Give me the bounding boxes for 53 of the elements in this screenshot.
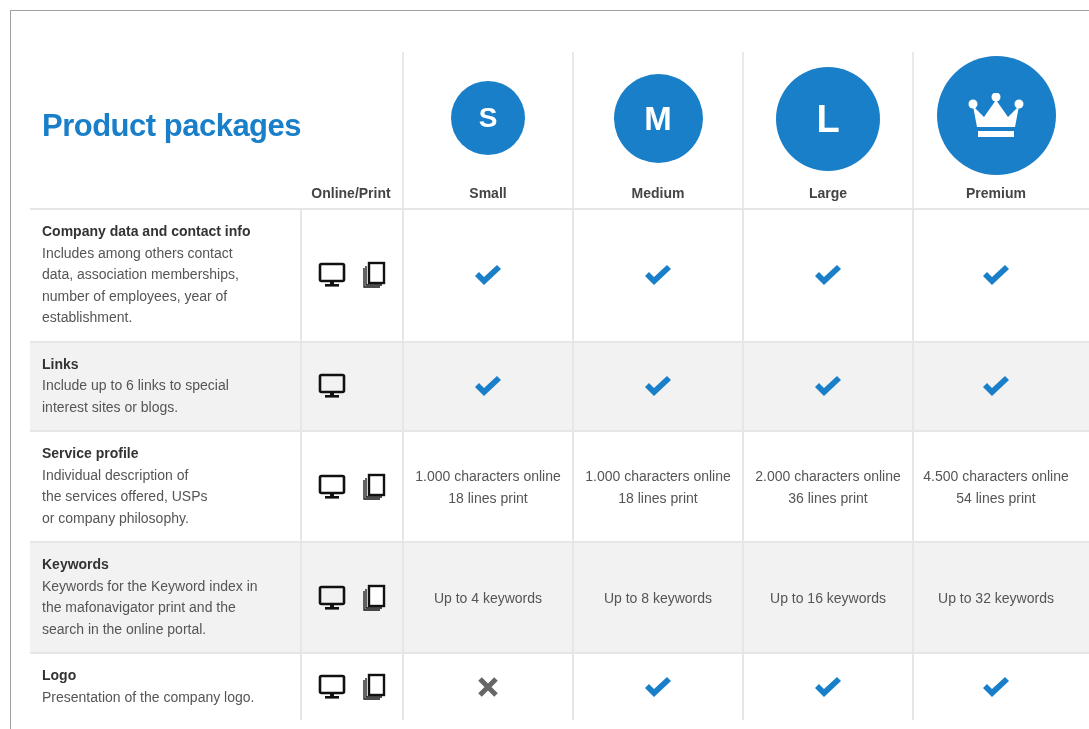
pages-icon <box>362 261 386 290</box>
cross-icon <box>477 676 499 698</box>
feature-value: 18 lines print <box>448 488 528 508</box>
feature-title: Service profile <box>42 444 140 463</box>
checkmark-icon <box>644 375 672 398</box>
pages-icon <box>362 583 386 612</box>
package-badge: S <box>451 81 525 155</box>
checkmark-icon <box>814 676 842 698</box>
checkmark-icon <box>644 264 672 287</box>
monitor-icon <box>318 262 346 289</box>
checkmark-icon <box>474 375 502 398</box>
feature-description: Individual description of the services offered, USPs or company philosophy. <box>42 465 209 528</box>
page-title: Product packages <box>41 108 300 144</box>
feature-description: Presentation of the company logo. <box>42 687 256 707</box>
feature-value: 36 lines print <box>788 488 868 508</box>
feature-description: Include up to 6 links to special interest sites or blogs. <box>42 376 230 417</box>
feature-description: Keywords for the Keyword index in the mafonavigator print and the search in the online portal. <box>42 576 259 639</box>
feature-title: Company data and contact info <box>42 222 252 241</box>
package-badge: M <box>613 74 703 163</box>
pages-icon <box>362 472 386 501</box>
checkmark-icon <box>814 264 842 287</box>
pages-icon <box>362 673 386 701</box>
monitor-icon <box>318 584 346 611</box>
monitor-icon <box>318 473 346 500</box>
package-name: Medium <box>631 185 685 201</box>
feature-value: 2.000 characters online <box>755 466 901 486</box>
checkmark-icon <box>474 264 502 287</box>
feature-title: Links <box>42 354 80 374</box>
column-header: Online/Print <box>311 185 391 203</box>
feature-value: Up to 4 keywords <box>433 588 543 608</box>
feature-value: 4.500 characters online <box>923 466 1069 486</box>
feature-value: 18 lines print <box>618 488 698 508</box>
feature-title: Keywords <box>42 555 110 574</box>
package-name: Premium <box>966 185 1026 201</box>
feature-value: Up to 8 keywords <box>603 588 713 608</box>
checkmark-icon <box>982 264 1010 287</box>
feature-value: Up to 16 keywords <box>770 588 886 608</box>
feature-value: 54 lines print <box>956 488 1036 508</box>
feature-value: 1.000 characters online <box>415 466 561 486</box>
package-name: Small <box>469 185 507 201</box>
feature-description: Includes among others contact data, association memberships, number of employees, year of establishment. <box>42 243 240 327</box>
crown-icon <box>968 92 1024 139</box>
monitor-icon <box>318 373 346 400</box>
monitor-icon <box>318 674 346 700</box>
feature-value: 1.000 characters online <box>585 466 731 486</box>
package-badge: L <box>776 67 880 171</box>
checkmark-icon <box>644 676 672 698</box>
feature-value: Up to 32 keywords <box>938 588 1054 608</box>
checkmark-icon <box>814 375 842 398</box>
checkmark-icon <box>982 375 1010 398</box>
checkmark-icon <box>982 676 1010 698</box>
package-name: Large <box>808 185 848 201</box>
feature-title: Logo <box>42 666 78 685</box>
